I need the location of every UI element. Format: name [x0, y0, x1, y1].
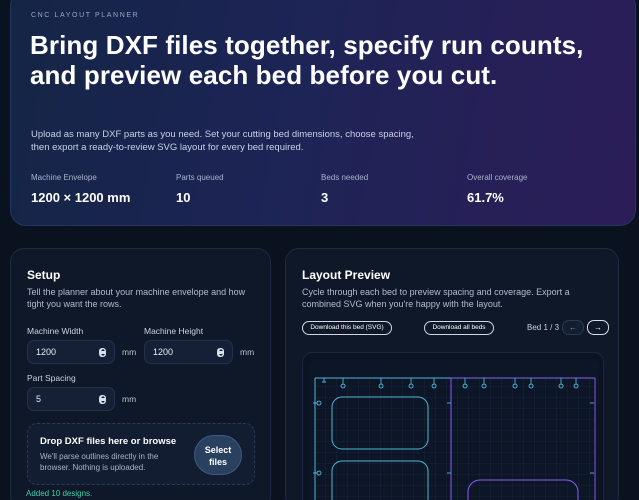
stat-label: Parts queued [176, 173, 224, 182]
stat-beds-needed: Beds needed 3 [321, 173, 368, 205]
width-unit: mm [122, 347, 137, 357]
setup-description: Tell the planner about your machine enve… [27, 287, 246, 309]
stat-machine-envelope: Machine Envelope 1200 × 1200 mm [31, 173, 130, 205]
preview-title: Layout Preview [302, 268, 391, 282]
stat-overall-coverage: Overall coverage 61.7% [467, 173, 527, 205]
select-files-button[interactable]: Select files [194, 435, 242, 475]
preview-description: Cycle through each bed to preview spacin… [302, 287, 570, 309]
stepper-icon[interactable] [217, 348, 224, 357]
upload-status: Added 10 designs. [26, 489, 93, 498]
setup-title: Setup [27, 268, 61, 282]
machine-width-label: Machine Width [27, 326, 84, 336]
drop-subtitle: We'll parse outlines directly in the bro… [40, 452, 159, 472]
height-unit: mm [240, 347, 255, 357]
stepper-icon[interactable] [99, 395, 106, 404]
spacing-unit: mm [122, 394, 137, 404]
stat-parts-queued: Parts queued 10 [176, 173, 224, 205]
page-title: Bring DXF files together, specify run co… [30, 30, 584, 90]
stat-value: 1200 × 1200 mm [31, 190, 131, 205]
next-bed-button[interactable]: → [587, 320, 609, 335]
drop-title: Drop DXF files here or browse [40, 436, 177, 447]
stepper-icon[interactable] [99, 348, 106, 357]
part-spacing-input[interactable]: 5 [27, 387, 115, 411]
stat-label: Beds needed [321, 173, 369, 182]
machine-width-value: 1200 [36, 347, 57, 357]
machine-height-label: Machine Height [144, 326, 204, 336]
download-all-button[interactable]: Download all beds [424, 321, 494, 335]
stat-value: 61.7% [467, 190, 504, 205]
machine-height-input[interactable]: 1200 [144, 340, 233, 364]
stat-value: 10 [176, 190, 191, 205]
dxf-drop-zone[interactable]: Drop DXF files here or browse We'll pars… [27, 423, 255, 485]
machine-width-input[interactable]: 1200 [27, 340, 115, 364]
prev-bed-button[interactable]: ← [562, 320, 584, 335]
arrow-left-icon: ← [569, 323, 577, 332]
setup-card: Setup Tell the planner about your machin… [10, 248, 271, 500]
bed-preview-svg [309, 359, 599, 500]
arrow-right-icon: → [594, 323, 602, 332]
layout-preview-card: Layout Preview Cycle through each bed to… [285, 248, 619, 500]
bed-indicator: Bed 1 / 3 [527, 323, 560, 332]
stat-value: 3 [321, 190, 329, 205]
part-spacing-value: 5 [36, 394, 42, 404]
app-eyebrow: CNC LAYOUT PLANNER [31, 12, 140, 19]
part-spacing-label: Part Spacing [27, 373, 76, 383]
download-bed-button[interactable]: Download this bed (SVG) [302, 321, 392, 335]
hero-description: Upload as many DXF parts as you need. Se… [31, 129, 414, 153]
bed-grid [315, 378, 595, 500]
stat-label: Overall coverage [467, 173, 528, 182]
bed-preview-canvas [302, 352, 604, 500]
machine-height-value: 1200 [153, 347, 174, 357]
stat-label: Machine Envelope [31, 173, 97, 182]
